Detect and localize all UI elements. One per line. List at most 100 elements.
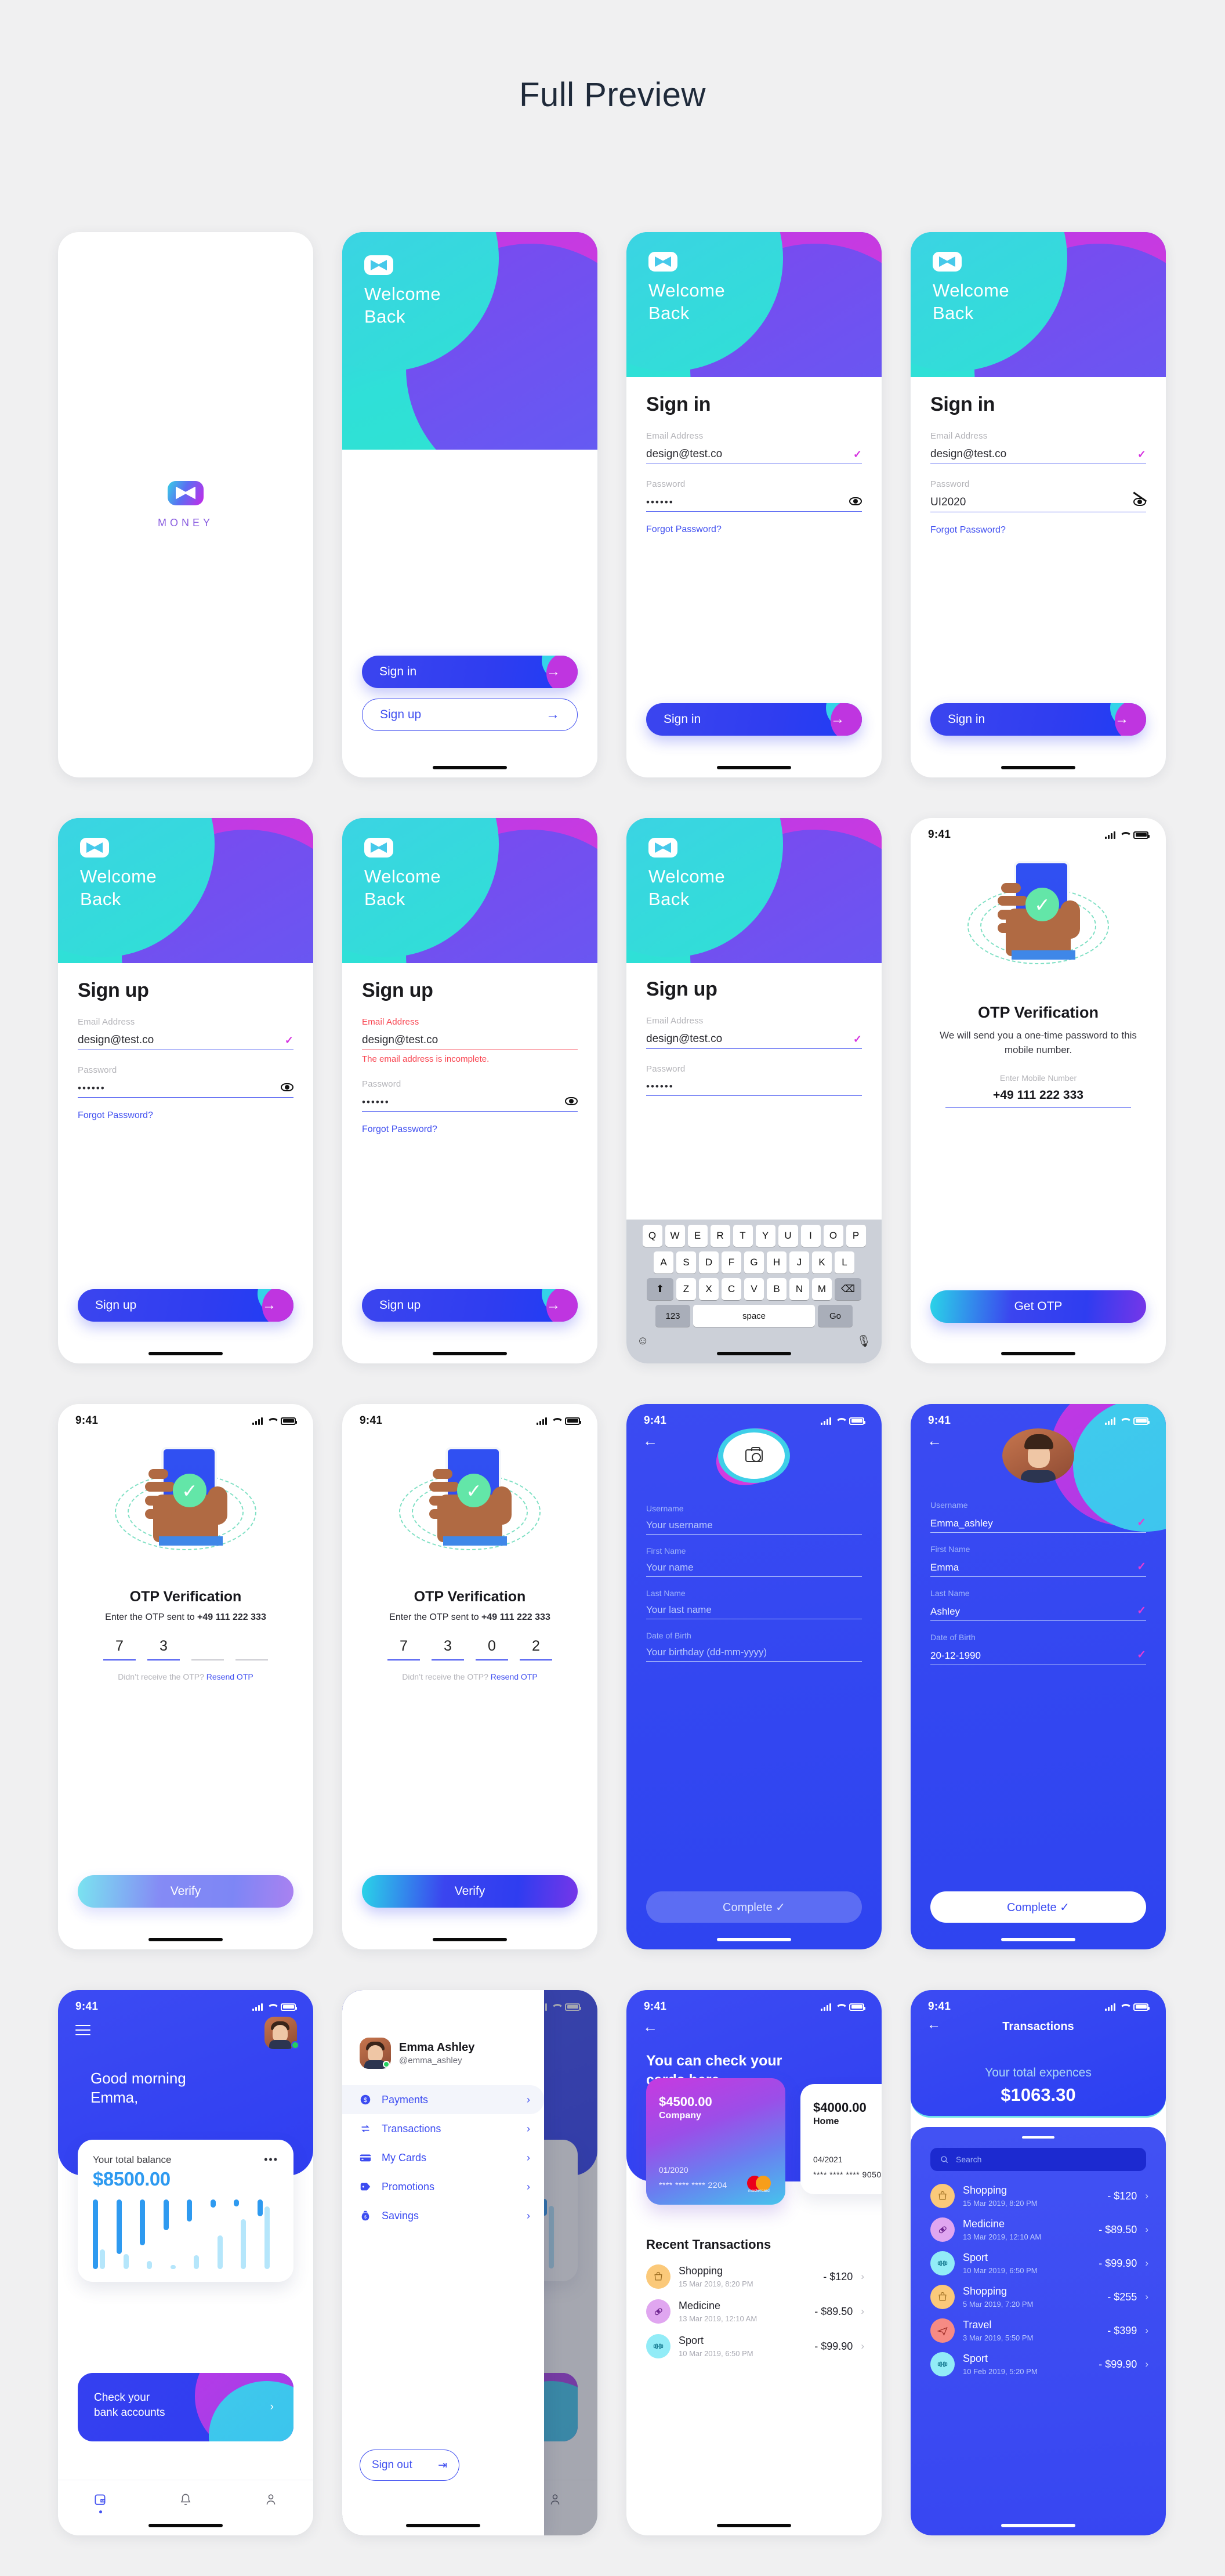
username-field[interactable]: Username Your username <box>626 1504 882 1535</box>
avatar-upload-button[interactable] <box>708 1419 795 1495</box>
search-input[interactable]: Search <box>930 2148 1146 2171</box>
dob-field[interactable]: Date of Birth 20-12-1990 ✓ <box>911 1633 1166 1665</box>
key-b[interactable]: B <box>767 1278 787 1300</box>
key-w[interactable]: W <box>665 1225 685 1247</box>
transaction-row[interactable]: Travel 3 Mar 2019, 5:50 PM - $399 › <box>911 2314 1166 2347</box>
eye-icon[interactable] <box>281 1082 293 1094</box>
verify-button[interactable]: Verify <box>362 1875 578 1908</box>
transaction-row[interactable]: Sport 10 Mar 2019, 6:50 PM - $99.90 › <box>626 2329 882 2364</box>
otp-input-group[interactable]: 7 3 0 2 <box>342 1638 597 1660</box>
key-c[interactable]: C <box>722 1278 741 1300</box>
key-l[interactable]: L <box>835 1251 854 1273</box>
emoji-icon[interactable]: ☺ <box>637 1334 648 1348</box>
key-d[interactable]: D <box>699 1251 719 1273</box>
space-key[interactable]: space <box>693 1305 815 1327</box>
key-h[interactable]: H <box>767 1251 787 1273</box>
password-field[interactable]: Password •••••• <box>646 479 862 512</box>
password-field[interactable]: Password •••••• <box>646 1064 862 1096</box>
key-m[interactable]: M <box>812 1278 832 1300</box>
phone-field[interactable]: Enter Mobile Number +49 111 222 333 <box>911 1057 1166 1108</box>
menu-item-transactions[interactable]: Transactions › <box>342 2114 544 2143</box>
key-p[interactable]: P <box>846 1225 866 1247</box>
key-r[interactable]: R <box>710 1225 730 1247</box>
key-j[interactable]: J <box>789 1251 809 1273</box>
eye-off-icon[interactable] <box>1133 491 1147 509</box>
bank-accounts-card[interactable]: Check your bank accounts › <box>78 2373 293 2441</box>
tab-notifications[interactable] <box>178 2492 193 2507</box>
transaction-row[interactable]: Sport 10 Feb 2019, 5:20 PM - $99.90 › <box>911 2347 1166 2381</box>
key-z[interactable]: Z <box>676 1278 696 1300</box>
transaction-row[interactable]: Medicine 13 Mar 2019, 12:10 AM - $89.50 … <box>911 2213 1166 2246</box>
drawer-profile[interactable]: Emma Ashley @emma_ashley <box>342 2017 544 2069</box>
menu-icon[interactable] <box>75 2025 90 2039</box>
last-name-field[interactable]: Last Name Your last name <box>626 1589 882 1619</box>
get-otp-button[interactable]: Get OTP <box>930 1290 1146 1323</box>
avatar[interactable] <box>1002 1428 1074 1483</box>
sign-in-button[interactable]: Sign in → <box>930 703 1146 736</box>
transaction-row[interactable]: Sport 10 Mar 2019, 6:50 PM - $99.90 › <box>911 2246 1166 2280</box>
forgot-password-link[interactable]: Forgot Password? <box>646 524 722 535</box>
username-field[interactable]: Username Emma_ashley ✓ <box>911 1500 1166 1533</box>
otp-digit-2[interactable]: 3 <box>432 1638 464 1660</box>
forgot-password-link[interactable]: Forgot Password? <box>930 525 1006 536</box>
password-field[interactable]: Password •••••• <box>362 1079 578 1112</box>
key-e[interactable]: E <box>687 1225 708 1247</box>
resend-otp-link[interactable]: Resend OTP <box>491 1672 538 1681</box>
complete-button[interactable]: Complete ✓ <box>930 1891 1146 1923</box>
key-t[interactable]: T <box>733 1225 753 1247</box>
on-screen-keyboard[interactable]: Q W E R T Y U I O P A S D F G H J K L ⬆ … <box>626 1220 882 1363</box>
eye-icon[interactable] <box>565 1096 578 1108</box>
key-x[interactable]: X <box>699 1278 719 1300</box>
otp-digit-3[interactable] <box>191 1638 224 1660</box>
back-button[interactable]: ← <box>927 2017 941 2033</box>
otp-input-group[interactable]: 7 3 <box>58 1638 313 1660</box>
otp-digit-4[interactable] <box>235 1638 268 1660</box>
more-options-icon[interactable]: ••• <box>264 2154 278 2166</box>
otp-digit-2[interactable]: 3 <box>147 1638 180 1660</box>
key-a[interactable]: A <box>654 1251 673 1273</box>
forgot-password-link[interactable]: Forgot Password? <box>362 1124 437 1135</box>
verify-button[interactable]: Verify <box>78 1875 293 1908</box>
back-button[interactable]: ← <box>626 2017 882 2034</box>
key-s[interactable]: S <box>676 1251 696 1273</box>
sign-up-button[interactable]: Sign up → <box>362 1289 578 1322</box>
otp-digit-3[interactable]: 0 <box>476 1638 508 1660</box>
tab-profile[interactable] <box>263 2492 278 2507</box>
password-field[interactable]: Password UI2020 <box>930 479 1147 512</box>
shift-key[interactable]: ⬆ <box>647 1278 673 1300</box>
sign-in-button[interactable]: Sign in → <box>646 703 862 736</box>
key-u[interactable]: U <box>778 1225 798 1247</box>
key-k[interactable]: K <box>812 1251 832 1273</box>
card-home[interactable]: $4000.00 Home 04/2021 **** **** **** 905… <box>800 2084 882 2194</box>
key-q[interactable]: Q <box>642 1225 662 1247</box>
backspace-key[interactable]: ⌫ <box>835 1278 861 1300</box>
key-y[interactable]: Y <box>755 1225 775 1247</box>
menu-item-my-cards[interactable]: My Cards › <box>342 2143 544 2172</box>
card-company[interactable]: $4500.00 Company 01/2020 **** **** **** … <box>646 2078 785 2205</box>
key-n[interactable]: N <box>789 1278 809 1300</box>
sign-up-button[interactable]: Sign up → <box>362 699 578 731</box>
email-field[interactable]: Email Address design@test.co ✓ <box>646 431 862 464</box>
key-f[interactable]: F <box>722 1251 741 1273</box>
sheet-handle[interactable] <box>1022 2136 1054 2139</box>
go-key[interactable]: Go <box>818 1305 853 1327</box>
first-name-field[interactable]: First Name Emma ✓ <box>911 1544 1166 1577</box>
key-g[interactable]: G <box>744 1251 764 1273</box>
resend-otp-link[interactable]: Resend OTP <box>206 1672 253 1681</box>
password-field[interactable]: Password •••••• <box>78 1065 293 1098</box>
menu-item-payments[interactable]: $ Payments › <box>342 2085 544 2114</box>
sign-up-button[interactable]: Sign up → <box>78 1289 293 1322</box>
mic-icon[interactable]: 🎙 <box>857 1334 871 1348</box>
numeric-key[interactable]: 123 <box>655 1305 690 1327</box>
email-field[interactable]: Email Address design@test.co ✓ <box>78 1017 293 1050</box>
otp-digit-4[interactable]: 2 <box>520 1638 552 1660</box>
transaction-row[interactable]: Shopping 15 Mar 2019, 8:20 PM - $120 › <box>626 2259 882 2294</box>
email-field[interactable]: Email Address design@test.co ✓ <box>930 431 1146 464</box>
email-field[interactable]: Email Address design@test.co ✓ <box>646 1016 862 1049</box>
otp-digit-1[interactable]: 7 <box>103 1638 136 1660</box>
forgot-password-link[interactable]: Forgot Password? <box>78 1110 153 1121</box>
last-name-field[interactable]: Last Name Ashley ✓ <box>911 1589 1166 1621</box>
complete-button[interactable]: Complete ✓ <box>646 1891 862 1923</box>
sign-out-button[interactable]: Sign out ⇥ <box>360 2450 459 2481</box>
transaction-row[interactable]: Medicine 13 Mar 2019, 12:10 AM - $89.50 … <box>626 2294 882 2329</box>
